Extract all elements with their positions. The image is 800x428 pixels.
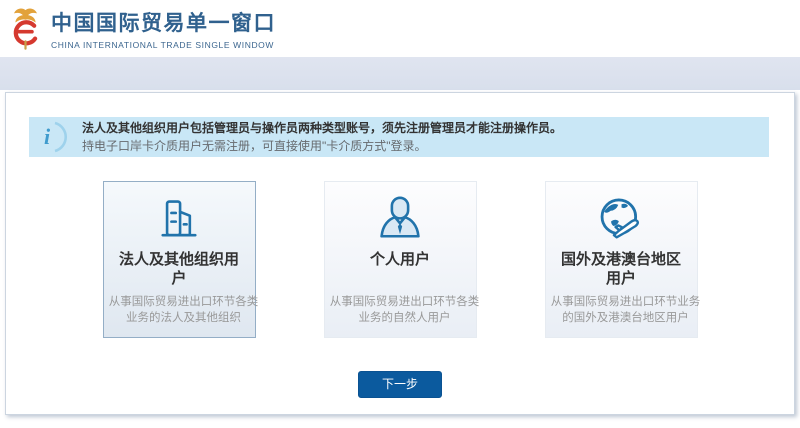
notice-line1: 法人及其他组织用户包括管理员与操作员两种类型账号，须先注册管理员才能注册操作员。 [82,121,562,136]
notice-text: 法人及其他组织用户包括管理员与操作员两种类型账号，须先注册管理员才能注册操作员。… [82,121,562,154]
next-step-button[interactable]: 下一步 [358,371,442,398]
button-row: 下一步 [6,371,794,398]
notice-line2: 持电子口岸卡介质用户无需注册，可直接使用"卡介质方式"登录。 [82,139,562,154]
user-type-cards: 法人及其他组织用户 从事国际贸易进出口环节各类业务的法人及其他组织 个人用户 从… [6,181,794,338]
site-title-block: 中国国际贸易单一窗口 CHINA INTERNATIONAL TRADE SIN… [51,7,276,50]
card-overseas-user[interactable]: 国外及港澳台地区用户 从事国际贸易进出口环节业务的国外及港澳台地区用户 [545,181,698,338]
buildings-icon [104,194,255,246]
notice-bar: i 法人及其他组织用户包括管理员与操作员两种类型账号，须先注册管理员才能注册操作… [29,117,769,157]
info-icon: i [38,121,68,153]
card-title: 个人用户 [338,250,462,288]
card-desc: 从事国际贸易进出口环节各类业务的自然人用户 [325,294,485,326]
eport-logo-icon [9,6,42,51]
card-organization-user[interactable]: 法人及其他组织用户 从事国际贸易进出口环节各类业务的法人及其他组织 [103,181,256,338]
main-panel: i 法人及其他组织用户包括管理员与操作员两种类型账号，须先注册管理员才能注册操作… [5,92,795,415]
card-desc: 从事国际贸易进出口环节各类业务的法人及其他组织 [104,294,264,326]
header-band [0,57,800,90]
site-title: 中国国际贸易单一窗口 [51,7,276,37]
person-icon [325,194,476,246]
card-desc: 从事国际贸易进出口环节业务的国外及港澳台地区用户 [546,294,706,326]
globe-airplane-icon [546,194,697,246]
card-personal-user[interactable]: 个人用户 从事国际贸易进出口环节各类业务的自然人用户 [324,181,477,338]
site-header: 中国国际贸易单一窗口 CHINA INTERNATIONAL TRADE SIN… [0,0,800,57]
svg-text:i: i [44,124,51,149]
card-title: 国外及港澳台地区用户 [559,250,683,288]
site-subtitle: CHINA INTERNATIONAL TRADE SINGLE WINDOW [51,40,276,50]
card-title: 法人及其他组织用户 [117,250,241,288]
registration-page: 中国国际贸易单一窗口 CHINA INTERNATIONAL TRADE SIN… [0,0,800,428]
